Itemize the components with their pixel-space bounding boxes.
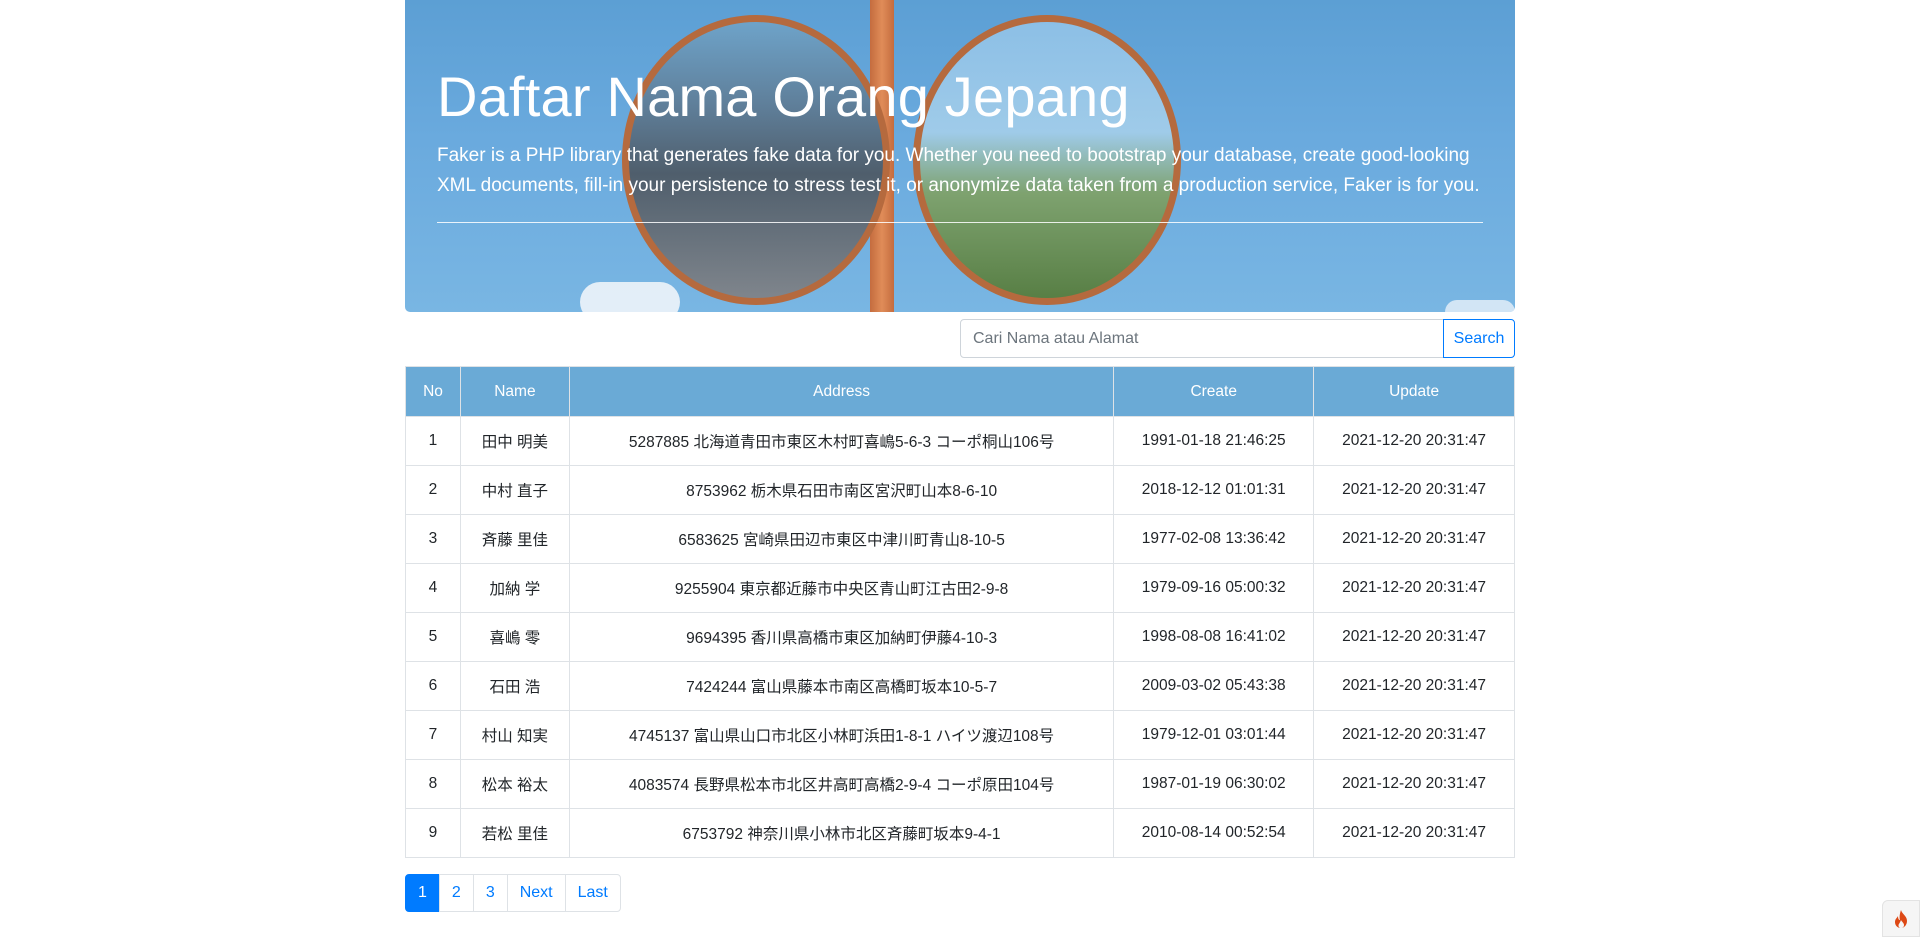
- cell-create: 1991-01-18 21:46:25: [1113, 416, 1315, 466]
- cell-update: 2021-12-20 20:31:47: [1313, 612, 1515, 662]
- cell-update: 2021-12-20 20:31:47: [1313, 710, 1515, 760]
- cell-update: 2021-12-20 20:31:47: [1313, 808, 1515, 858]
- column-header-no: No: [405, 366, 461, 417]
- cell-no: 7: [405, 710, 461, 760]
- hero-background-cloud: [1445, 300, 1515, 312]
- table-row: 9 若松 里佳 6753792 神奈川県小林市北区斉藤町坂本9-4-1 2010…: [405, 808, 1515, 858]
- cell-name: 斉藤 里佳: [459, 514, 570, 564]
- debug-toolbar-toggle[interactable]: [1882, 900, 1920, 937]
- table-row: 5 喜嶋 零 9694395 香川県高橋市東区加納町伊藤4-10-3 1998-…: [405, 612, 1515, 662]
- cell-address: 5287885 北海道青田市東区木村町喜嶋5-6-3 コーポ桐山106号: [568, 416, 1115, 466]
- page-container: Daftar Nama Orang Jepang Faker is a PHP …: [405, 0, 1515, 912]
- column-header-update: Update: [1313, 366, 1515, 417]
- cell-no: 1: [405, 416, 461, 466]
- cell-no: 6: [405, 661, 461, 711]
- cell-update: 2021-12-20 20:31:47: [1313, 465, 1515, 515]
- table-row: 7 村山 知実 4745137 富山県山口市北区小林町浜田1-8-1 ハイツ渡辺…: [405, 710, 1515, 760]
- page-link-3[interactable]: 3: [472, 874, 508, 912]
- hero-divider: [437, 222, 1483, 223]
- cell-address: 9255904 東京都近藤市中央区青山町江古田2-9-8: [568, 563, 1115, 613]
- cell-address: 8753962 栃木県石田市南区宮沢町山本8-6-10: [568, 465, 1115, 515]
- cell-name: 喜嶋 零: [459, 612, 570, 662]
- search-button[interactable]: Search: [1443, 319, 1515, 358]
- cell-create: 2018-12-12 01:01:31: [1113, 465, 1315, 515]
- table-row: 3 斉藤 里佳 6583625 宮崎県田辺市東区中津川町青山8-10-5 197…: [405, 514, 1515, 564]
- table-row: 4 加納 学 9255904 東京都近藤市中央区青山町江古田2-9-8 1979…: [405, 563, 1515, 613]
- cell-name: 加納 学: [459, 563, 570, 613]
- cell-no: 4: [405, 563, 461, 613]
- table-header-row: No Name Address Create Update: [405, 366, 1515, 417]
- table-row: 1 田中 明美 5287885 北海道青田市東区木村町喜嶋5-6-3 コーポ桐山…: [405, 416, 1515, 466]
- cell-create: 2010-08-14 00:52:54: [1113, 808, 1315, 858]
- cell-create: 1977-02-08 13:36:42: [1113, 514, 1315, 564]
- cell-no: 3: [405, 514, 461, 564]
- cell-no: 2: [405, 465, 461, 515]
- cell-update: 2021-12-20 20:31:47: [1313, 563, 1515, 613]
- pagination: 1 2 3 Next Last: [405, 874, 621, 912]
- cell-update: 2021-12-20 20:31:47: [1313, 759, 1515, 809]
- cell-create: 2009-03-02 05:43:38: [1113, 661, 1315, 711]
- column-header-create: Create: [1113, 366, 1315, 417]
- cell-name: 松本 裕太: [459, 759, 570, 809]
- column-header-address: Address: [568, 366, 1115, 417]
- cell-name: 田中 明美: [459, 416, 570, 466]
- column-header-name: Name: [459, 366, 570, 417]
- page-description: Faker is a PHP library that generates fa…: [437, 145, 1480, 196]
- cell-address: 4083574 長野県松本市北区井高町高橋2-9-4 コーポ原田104号: [568, 759, 1115, 809]
- cell-name: 若松 里佳: [459, 808, 570, 858]
- last-page-link[interactable]: Last: [564, 874, 621, 912]
- cell-address: 7424244 富山県藤本市南区高橋町坂本10-5-7: [568, 661, 1115, 711]
- cell-address: 6753792 神奈川県小林市北区斉藤町坂本9-4-1: [568, 808, 1115, 858]
- page-link-1[interactable]: 1: [405, 874, 440, 912]
- search-form: Search: [960, 319, 1515, 358]
- cell-address: 4745137 富山県山口市北区小林町浜田1-8-1 ハイツ渡辺108号: [568, 710, 1115, 760]
- cell-name: 村山 知実: [459, 710, 570, 760]
- cell-no: 9: [405, 808, 461, 858]
- page-title: Daftar Nama Orang Jepang: [437, 65, 1130, 128]
- cell-name: 中村 直子: [459, 465, 570, 515]
- table-row: 8 松本 裕太 4083574 長野県松本市北区井高町高橋2-9-4 コーポ原田…: [405, 759, 1515, 809]
- cell-create: 1979-09-16 05:00:32: [1113, 563, 1315, 613]
- page-link-2[interactable]: 2: [438, 874, 474, 912]
- cell-no: 5: [405, 612, 461, 662]
- search-input[interactable]: [960, 319, 1444, 358]
- cell-name: 石田 浩: [459, 661, 570, 711]
- table-row: 6 石田 浩 7424244 富山県藤本市南区高橋町坂本10-5-7 2009-…: [405, 661, 1515, 711]
- next-page-link[interactable]: Next: [506, 874, 566, 912]
- cell-address: 9694395 香川県高橋市東区加納町伊藤4-10-3: [568, 612, 1115, 662]
- table-row: 2 中村 直子 8753962 栃木県石田市南区宮沢町山本8-6-10 2018…: [405, 465, 1515, 515]
- cell-update: 2021-12-20 20:31:47: [1313, 661, 1515, 711]
- flame-icon: [1895, 909, 1907, 928]
- cell-address: 6583625 宮崎県田辺市東区中津川町青山8-10-5: [568, 514, 1115, 564]
- people-table: No Name Address Create Update 1 田中 明美 52…: [405, 366, 1515, 858]
- hero-banner: Daftar Nama Orang Jepang Faker is a PHP …: [405, 0, 1515, 312]
- cell-create: 1998-08-08 16:41:02: [1113, 612, 1315, 662]
- cell-no: 8: [405, 759, 461, 809]
- cell-create: 1987-01-19 06:30:02: [1113, 759, 1315, 809]
- hero-background-cloud: [580, 282, 680, 312]
- cell-update: 2021-12-20 20:31:47: [1313, 416, 1515, 466]
- cell-update: 2021-12-20 20:31:47: [1313, 514, 1515, 564]
- cell-create: 1979-12-01 03:01:44: [1113, 710, 1315, 760]
